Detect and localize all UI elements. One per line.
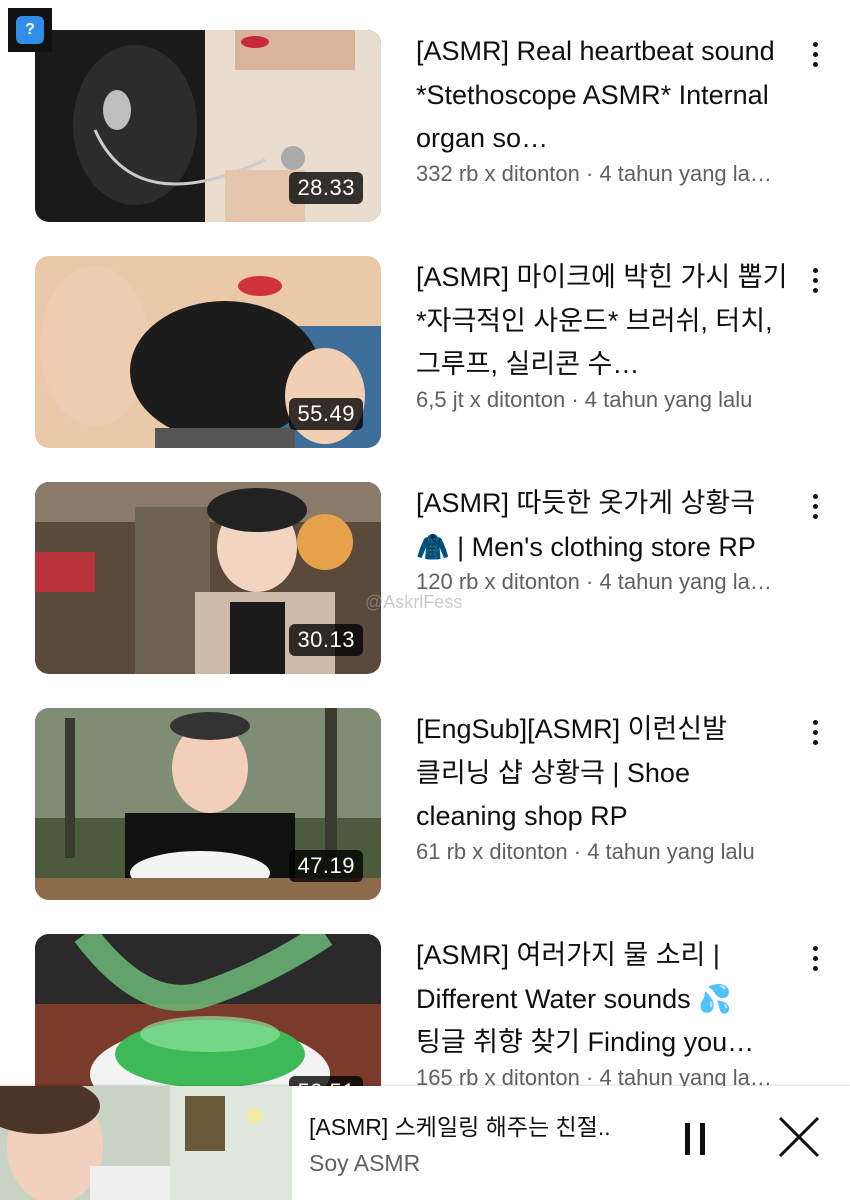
mini-player-thumbnail[interactable]: [0, 1086, 292, 1200]
video-duration: 30.13: [289, 624, 363, 656]
video-title[interactable]: [ASMR] 여러가지 물 소리 | Different Water sound…: [416, 934, 788, 1065]
more-options-icon[interactable]: [800, 34, 830, 74]
app-logo-icon: ?: [16, 16, 44, 44]
video-title[interactable]: [EngSub][ASMR] 이런신발 클리닝 샵 상황극 | Shoe cle…: [416, 708, 788, 839]
more-options-icon[interactable]: [800, 260, 830, 300]
watermark: @AskrlFess: [365, 592, 463, 612]
video-stats: 332 rb x ditonton · 4 tahun yang la…: [416, 160, 772, 186]
video-stats: 6,5 jt x ditonton · 4 tahun yang lalu: [416, 386, 753, 412]
video-thumbnail[interactable]: 47.19: [35, 708, 381, 900]
mini-player-title[interactable]: [ASMR] 스케일링 해주는 친절..: [309, 1108, 649, 1142]
mini-player[interactable]: [ASMR] 스케일링 해주는 친절.. Soy ASMR: [0, 1086, 850, 1200]
video-duration: 47.19: [289, 850, 363, 882]
app-logo-badge: ?: [8, 8, 52, 52]
video-item[interactable]: 28.33 [ASMR] Real heartbeat sound *Steth…: [0, 30, 850, 222]
video-thumbnail[interactable]: 55.49: [35, 256, 381, 448]
more-options-icon[interactable]: [800, 938, 830, 978]
close-icon[interactable]: [772, 1110, 826, 1164]
more-options-icon[interactable]: [800, 486, 830, 526]
video-title[interactable]: [ASMR] 마이크에 박힌 가시 뽑기 *자극적인 사운드* 브러쉬, 터치,…: [416, 256, 788, 387]
pause-icon[interactable]: [670, 1114, 720, 1164]
video-stats: 61 rb x ditonton · 4 tahun yang lalu: [416, 838, 755, 864]
video-item[interactable]: 30.13 [ASMR] 따듯한 옷가게 상황극🧥 | Men's clothi…: [0, 482, 850, 674]
more-options-icon[interactable]: [800, 712, 830, 752]
video-duration: 28.33: [289, 172, 363, 204]
video-stats: 120 rb x ditonton · 4 tahun yang la…: [416, 569, 772, 594]
video-thumbnail[interactable]: 30.13: [35, 482, 381, 674]
video-item[interactable]: 55.49 [ASMR] 마이크에 박힌 가시 뽑기 *자극적인 사운드* 브러…: [0, 256, 850, 448]
video-item[interactable]: 47.19 [EngSub][ASMR] 이런신발 클리닝 샵 상황극 | Sh…: [0, 708, 850, 900]
video-title[interactable]: [ASMR] Real heartbeat sound *Stethoscope…: [416, 30, 788, 161]
video-title[interactable]: [ASMR] 따듯한 옷가게 상황극🧥 | Men's clothing sto…: [416, 482, 788, 569]
thumbnail-image: [0, 1086, 292, 1200]
video-duration: 55.49: [289, 398, 363, 430]
video-thumbnail[interactable]: 28.33: [35, 30, 381, 222]
mini-player-channel: Soy ASMR: [309, 1150, 421, 1176]
